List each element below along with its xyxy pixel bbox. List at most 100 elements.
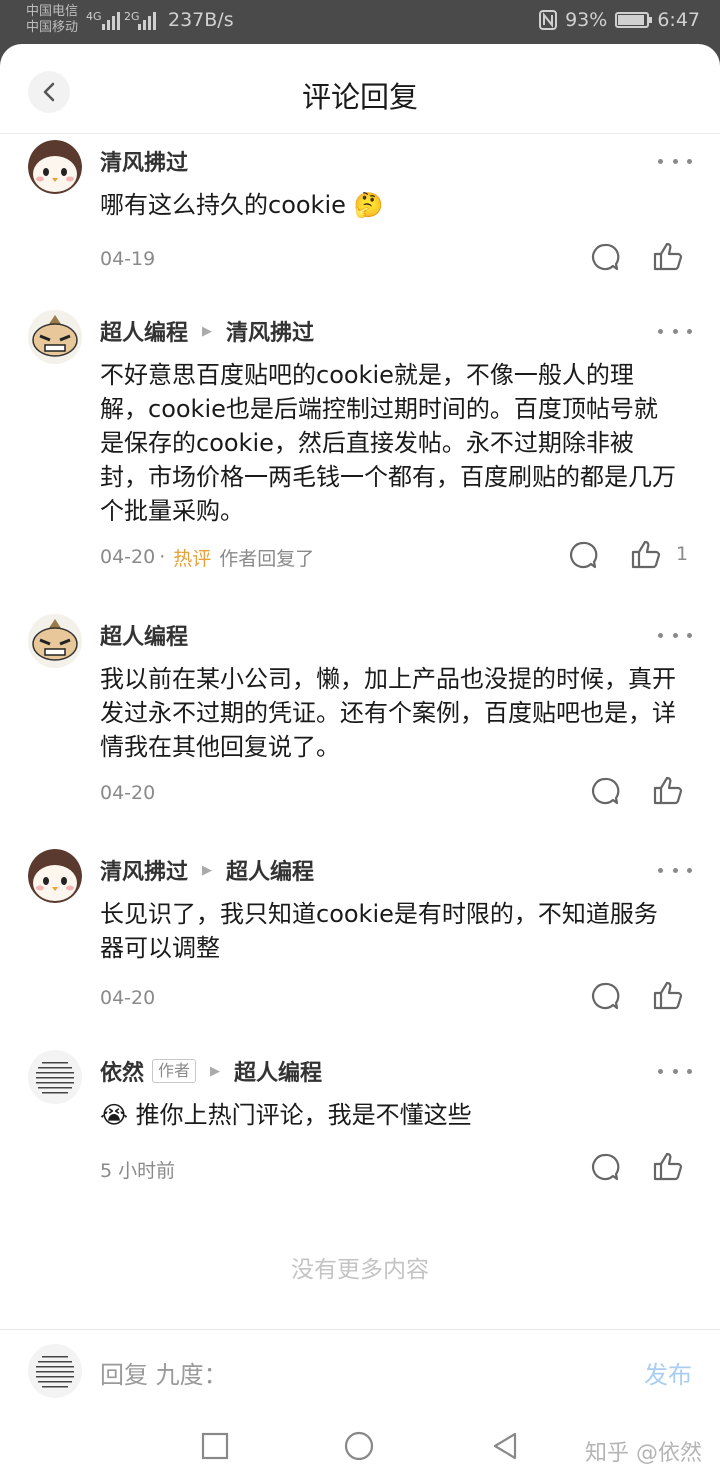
comment-reply-sheet: 评论回复 清风拂过 哪有这么持久的cookie 🤔 04-19 超人编程 ▶ 清… [0,44,720,1480]
reply-input-bar: 回复 九度： 发布 [0,1329,720,1415]
carrier-2: 中国移动 [26,20,79,35]
reply-input[interactable]: 回复 九度： [100,1355,228,1390]
more-options-button[interactable] [658,156,692,166]
status-bar: 中国电信 中国移动 4G 2G 237B/s 93% 6:47 [0,0,720,44]
network-speed: 237B/s [168,9,234,31]
carrier-info: 中国电信 中国移动 [26,4,78,36]
like-button[interactable]: 1 [630,538,688,570]
battery-level [618,15,645,25]
recent-apps-button[interactable] [198,1429,232,1463]
system-nav-bar: 知乎 @依然 [0,1415,720,1480]
my-avatar [28,1344,82,1398]
square-icon [201,1432,229,1460]
avatar[interactable] [28,1050,82,1104]
watermark: 知乎 @依然 [585,1441,702,1466]
reply-button[interactable] [590,981,620,1011]
header: 评论回复 [0,44,720,134]
clock: 6:47 [657,9,700,31]
status-right: 93% 6:47 [539,9,700,31]
reply-button[interactable] [590,1152,620,1182]
reply-button[interactable] [590,242,620,272]
angry-face-avatar-icon [28,310,82,364]
reply-arrow-icon: ▶ [202,862,213,878]
reply-to-name[interactable]: 清风拂过 [226,315,314,347]
signal-icon-2 [138,12,156,30]
author-name[interactable]: 超人编程 [100,315,188,347]
page-title: 评论回复 [301,80,418,114]
comment-bubble-icon [591,982,620,1010]
comment-date: 04-19 [100,248,156,270]
comment-text: 哪有这么持久的cookie 🤔 [100,191,384,219]
battery-icon [615,12,653,28]
penguin-avatar-icon [28,849,82,903]
comment-meta: 04-20 [100,778,155,808]
comment-meta: 04-20 [100,983,155,1013]
back-nav-button[interactable] [488,1429,522,1463]
comment-author-row: 超人编程 ▶ 清风拂过 [100,316,314,346]
comment-bubble-icon [591,1153,620,1181]
battery-percent: 93% [565,9,608,31]
comment-date: 04-20 [100,546,156,568]
reply-button[interactable] [568,540,598,570]
comment-text: 😭 推你上热门评论，我是不懂这些 [100,1101,472,1129]
like-button[interactable] [652,1150,684,1182]
avatar[interactable] [28,614,82,668]
like-button[interactable] [652,979,684,1011]
reply-arrow-icon: ▶ [210,1063,221,1079]
avatar[interactable] [28,140,82,194]
comment-meta: 04-20 · 热评 作者回复了 [100,542,314,572]
thumbs-up-icon [653,242,683,271]
nfc-icon [539,10,558,30]
comment-meta: 04-19 [100,244,155,274]
meta-separator: · [159,546,166,568]
text-pattern-avatar-icon [28,1050,82,1104]
thumbs-up-icon [653,981,683,1010]
comment-text: 不好意思百度贴吧的cookie就是，不像一般人的理解，cookie也是后端控制过… [100,361,676,525]
author-name[interactable]: 清风拂过 [100,854,188,886]
more-options-button[interactable] [658,326,692,336]
more-options-button[interactable] [658,630,692,640]
net-type-1: 4G [86,10,102,23]
hot-badge: 热评 [173,547,212,570]
comment-author-row: 清风拂过 [100,146,188,176]
more-options-button[interactable] [658,1066,692,1076]
author-name[interactable]: 依然 [100,1055,144,1087]
comment-bubble-icon [591,243,620,271]
like-count: 1 [676,543,689,565]
thumbs-up-icon [653,776,683,805]
comment-bubble-icon [591,777,620,805]
like-button[interactable] [652,774,684,806]
comment-bubble-icon [569,541,598,569]
comment-text: 长见识了，我只知道cookie是有时限的，不知道服务器可以调整 [100,900,658,962]
reply-to-name[interactable]: 超人编程 [234,1055,322,1087]
author-tag-badge: 作者 [152,1059,197,1083]
text-pattern-avatar-icon [28,1344,82,1398]
author-name[interactable]: 超人编程 [100,619,188,651]
no-more-content: 没有更多内容 [291,1257,429,1283]
comment-date: 04-20 [100,782,156,804]
publish-button[interactable]: 发布 [644,1355,692,1390]
reply-arrow-icon: ▶ [202,323,213,339]
author-name[interactable]: 清风拂过 [100,145,188,177]
avatar[interactable] [28,310,82,364]
comment-date: 04-20 [100,987,156,1009]
thumbs-up-icon [653,1152,683,1181]
circle-icon [344,1431,374,1461]
like-button[interactable] [652,240,684,272]
avatar[interactable] [28,849,82,903]
author-replied-note: 作者回复了 [219,547,315,570]
reply-to-name[interactable]: 超人编程 [226,854,314,886]
more-options-button[interactable] [658,865,692,875]
home-button[interactable] [342,1429,376,1463]
comment-author-row: 清风拂过 ▶ 超人编程 [100,855,314,885]
reply-button[interactable] [590,776,620,806]
signal-icon [102,12,120,30]
penguin-avatar-icon [28,140,82,194]
comment-date: 5 小时前 [100,1159,176,1182]
comment-text: 我以前在某小公司，懒，加上产品也没提的时候，真开发过永不过期的凭证。还有个案例，… [100,665,676,761]
carrier-1: 中国电信 [26,4,79,19]
angry-face-avatar-icon [28,614,82,668]
triangle-back-icon [493,1432,517,1460]
comment-meta: 5 小时前 [100,1154,175,1184]
comment-author-row: 超人编程 [100,620,188,650]
